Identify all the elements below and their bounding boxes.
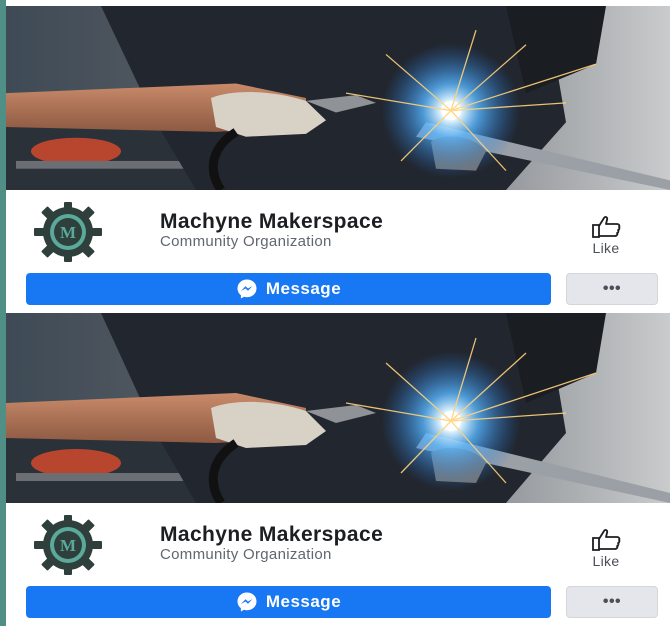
like-button[interactable]: Like — [576, 528, 636, 569]
page-category: Community Organization — [160, 233, 332, 250]
page-logo[interactable]: M — [26, 200, 110, 264]
page-logo[interactable]: M — [26, 513, 110, 577]
gear-logo-icon: M — [34, 202, 102, 262]
page-title[interactable]: Machyne Makerspace — [160, 210, 383, 234]
gear-logo-icon: M — [34, 515, 102, 575]
cover-photo[interactable] — [6, 6, 670, 190]
messenger-icon — [237, 592, 257, 612]
svg-text:M: M — [60, 223, 76, 242]
message-button[interactable]: Message — [26, 586, 551, 618]
like-button[interactable]: Like — [576, 215, 636, 256]
page-card: M Machyne Makerspace Community Organizat… — [6, 0, 670, 313]
thumbs-up-icon — [592, 216, 621, 238]
page-category: Community Organization — [160, 546, 332, 563]
more-options-button[interactable]: ••• — [566, 586, 658, 618]
messenger-icon — [237, 279, 257, 299]
more-options-button[interactable]: ••• — [566, 273, 658, 305]
cover-photo[interactable] — [6, 313, 670, 503]
message-button[interactable]: Message — [26, 273, 551, 305]
svg-text:M: M — [60, 536, 76, 555]
thumbs-up-icon — [592, 529, 621, 551]
more-icon: ••• — [602, 593, 622, 610]
page-card: M Machyne Makerspace Community Organizat… — [6, 313, 670, 626]
more-icon: ••• — [602, 280, 622, 297]
page-title[interactable]: Machyne Makerspace — [160, 523, 383, 547]
